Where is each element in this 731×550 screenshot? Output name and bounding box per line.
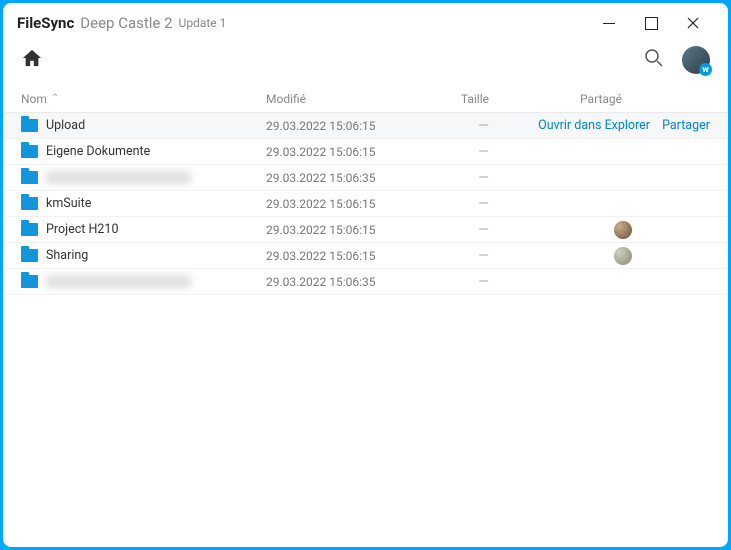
user-avatar[interactable] <box>682 46 710 74</box>
folder-icon <box>21 249 38 262</box>
minimize-button[interactable] <box>588 8 630 38</box>
folder-icon <box>21 275 38 288</box>
row-modified: 29.03.2022 15:06:15 <box>266 119 421 133</box>
shared-user-avatar[interactable] <box>614 247 632 265</box>
folder-icon <box>21 223 38 236</box>
table-row[interactable]: Sharing 29.03.2022 15:06:15 — <box>3 243 728 269</box>
table-row[interactable]: Eigene Dokumente 29.03.2022 15:06:15 — <box>3 139 728 165</box>
sort-ascending-icon: ⌃ <box>51 93 59 104</box>
row-name: Upload <box>46 118 85 133</box>
table-row[interactable]: kmSuite 29.03.2022 15:06:15 — <box>3 191 728 217</box>
row-name-redacted <box>46 171 191 184</box>
row-size: — <box>421 118 501 134</box>
row-size: — <box>421 248 501 264</box>
row-name: Project H210 <box>46 222 118 237</box>
row-modified: 29.03.2022 15:06:15 <box>266 145 421 159</box>
column-header-name[interactable]: Nom ⌃ <box>21 92 266 106</box>
column-header-size[interactable]: Taille <box>421 92 501 106</box>
close-button[interactable] <box>672 8 714 38</box>
column-header-name-label: Nom <box>21 92 47 106</box>
search-button[interactable] <box>644 48 664 72</box>
table-header: Nom ⌃ Modifié Taille Partagé <box>3 85 728 113</box>
folder-icon <box>21 145 38 158</box>
row-name: Eigene Dokumente <box>46 144 150 159</box>
home-button[interactable] <box>21 48 43 72</box>
column-header-modified[interactable]: Modifié <box>266 92 421 106</box>
folder-icon <box>21 119 38 132</box>
row-modified: 29.03.2022 15:06:15 <box>266 249 421 263</box>
file-list: Upload 29.03.2022 15:06:15 — Ouvrir dans… <box>3 113 728 547</box>
table-row[interactable]: Project H210 29.03.2022 15:06:15 — <box>3 217 728 243</box>
folder-icon <box>21 171 38 184</box>
table-row[interactable]: 29.03.2022 15:06:35 — <box>3 269 728 295</box>
home-icon <box>21 48 43 68</box>
row-size: — <box>421 222 501 238</box>
row-name: kmSuite <box>46 196 91 211</box>
app-update-label: Update 1 <box>179 16 227 30</box>
close-icon <box>687 17 699 29</box>
folder-icon <box>21 197 38 210</box>
maximize-button[interactable] <box>630 8 672 38</box>
row-modified: 29.03.2022 15:06:35 <box>266 275 421 289</box>
row-modified: 29.03.2022 15:06:15 <box>266 197 421 211</box>
open-in-explorer-link[interactable]: Ouvrir dans Explorer <box>538 118 650 133</box>
search-icon <box>644 48 664 68</box>
row-size: — <box>421 170 501 186</box>
row-size: — <box>421 144 501 160</box>
titlebar: FileSync Deep Castle 2 Update 1 <box>3 3 728 41</box>
row-size: — <box>421 196 501 212</box>
row-name-redacted <box>46 275 191 288</box>
table-row[interactable]: Upload 29.03.2022 15:06:15 — Ouvrir dans… <box>3 113 728 139</box>
row-name: Sharing <box>46 248 88 263</box>
app-subtitle: Deep Castle 2 <box>80 14 172 32</box>
column-header-shared[interactable]: Partagé <box>501 92 710 106</box>
row-modified: 29.03.2022 15:06:35 <box>266 171 421 185</box>
share-link[interactable]: Partager <box>662 118 710 133</box>
toolbar <box>3 41 728 85</box>
app-name: FileSync <box>17 14 74 32</box>
table-row[interactable]: 29.03.2022 15:06:35 — <box>3 165 728 191</box>
row-modified: 29.03.2022 15:06:15 <box>266 223 421 237</box>
shared-user-avatar[interactable] <box>614 221 632 239</box>
row-size: — <box>421 274 501 290</box>
app-window: FileSync Deep Castle 2 Update 1 Nom ⌃ Mo… <box>3 3 728 547</box>
